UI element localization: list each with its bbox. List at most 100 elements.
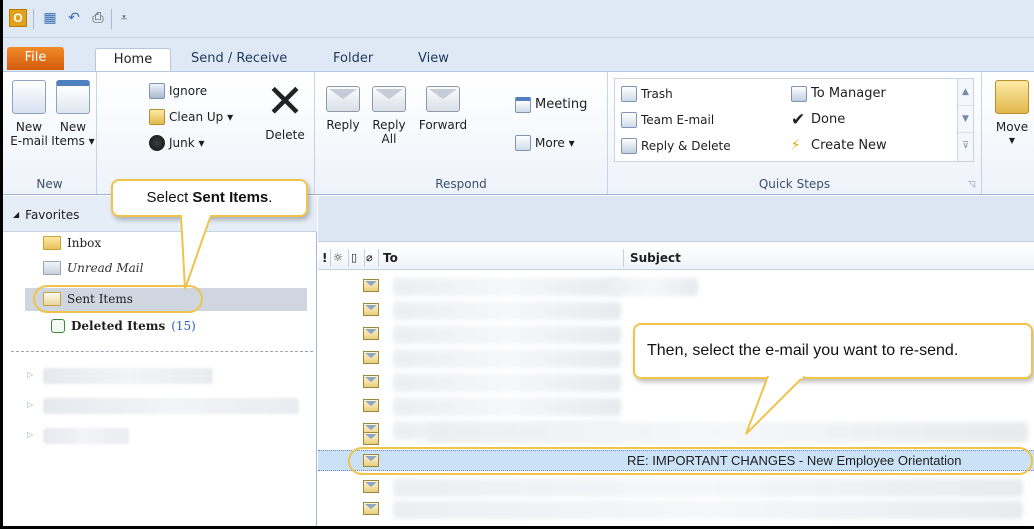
tab-send-receive[interactable]: Send / Receive — [179, 48, 299, 71]
expand-gallery-icon[interactable]: ⊽ — [958, 133, 973, 160]
callout-1-pointer — [179, 215, 213, 290]
message-envelope-icon[interactable] — [363, 375, 379, 388]
message-row-blurred[interactable] — [393, 302, 621, 320]
importance-column-icon[interactable]: ! — [322, 246, 327, 270]
message-envelope-icon[interactable] — [363, 303, 379, 316]
quick-step-team-email-label: Team E-mail — [641, 113, 715, 127]
quick-step-create-new-label: Create New — [811, 138, 887, 153]
message-row-blurred[interactable] — [608, 278, 698, 296]
tab-home[interactable]: Home — [95, 48, 171, 71]
message-row-blurred[interactable] — [428, 422, 1028, 442]
message-row-blurred[interactable] — [393, 326, 621, 344]
toolbar-divider — [33, 9, 34, 29]
quick-access-toolbar: O ▦ ↶ ⎙ ⩡ — [3, 0, 1034, 38]
nav-item-inbox[interactable]: Inbox — [43, 232, 101, 254]
new-items-label-1: New — [59, 120, 87, 134]
delete-button[interactable]: ✕ Delete — [259, 78, 311, 142]
move-button[interactable]: Move ▼ — [990, 80, 1034, 148]
quick-step-team-email[interactable]: Team E-mail — [621, 109, 714, 131]
group-new: New E-mail New Items ▾ New — [3, 72, 97, 194]
message-row-blurred[interactable] — [393, 398, 621, 416]
callout-1-text: Select — [146, 189, 193, 206]
subject-column-header[interactable]: Subject — [630, 246, 681, 270]
junk-label: Junk ▾ — [169, 136, 205, 150]
quick-step-create-new[interactable]: ⚡ Create New — [791, 135, 887, 157]
message-row-blurred[interactable] — [393, 479, 1023, 497]
message-envelope-icon[interactable] — [363, 399, 379, 412]
blurred-folder — [43, 428, 129, 444]
message-envelope-icon[interactable] — [363, 279, 379, 292]
undo-icon[interactable]: ↶ — [65, 9, 83, 27]
ignore-icon — [149, 83, 165, 99]
navigation-pane: ◢ Favorites Inbox Unread Mail Sent Items… — [3, 196, 317, 526]
quick-steps-scrollbar[interactable]: ▲ ▼ ⊽ — [957, 79, 973, 161]
reply-all-label-2: All — [381, 132, 397, 146]
clean-up-label: Clean Up ▾ — [169, 110, 234, 124]
expand-triangle-icon[interactable]: ▷ — [27, 430, 33, 439]
new-email-label-2: E-mail — [10, 134, 48, 148]
icon-column-icon[interactable]: ▯ — [351, 246, 357, 270]
forward-label: Forward — [418, 118, 468, 132]
calendar-icon — [56, 80, 90, 114]
expand-triangle-icon[interactable]: ▷ — [27, 400, 33, 409]
chevron-down-icon: ▼ — [1008, 136, 1016, 145]
message-row-blurred[interactable] — [393, 278, 621, 296]
reminder-column-icon[interactable]: ☼ — [333, 246, 343, 270]
reply-all-button[interactable]: Reply All — [367, 80, 411, 146]
move-label: Move — [995, 120, 1029, 134]
reply-button[interactable]: Reply — [323, 80, 363, 132]
quick-step-trash[interactable]: Trash — [621, 83, 673, 105]
tab-folder[interactable]: Folder — [321, 48, 385, 71]
quick-step-done[interactable]: ✔ Done — [791, 109, 845, 131]
ignore-button[interactable]: Ignore — [149, 80, 207, 102]
blurred-folder — [43, 368, 213, 384]
new-items-label-2: Items ▾ — [51, 134, 95, 148]
new-email-icon — [12, 80, 46, 114]
new-email-button[interactable]: New E-mail — [9, 80, 49, 148]
quick-step-to-manager[interactable]: To Manager — [791, 83, 886, 105]
forward-button[interactable]: Forward — [415, 80, 471, 132]
meeting-label: Meeting — [535, 97, 588, 112]
scroll-down-icon[interactable]: ▼ — [958, 106, 973, 133]
message-row-blurred[interactable] — [393, 374, 621, 392]
more-respond-icon — [515, 135, 531, 151]
print-icon[interactable]: ⎙ — [89, 9, 107, 27]
junk-icon — [149, 135, 165, 151]
callout-2-pointer — [745, 376, 806, 435]
quick-steps-gallery: Trash Team E-mail Reply & Delete To Mana… — [614, 78, 974, 162]
quick-step-reply-delete[interactable]: Reply & Delete — [621, 135, 731, 157]
meeting-button[interactable]: Meeting — [515, 94, 587, 116]
tab-view[interactable]: View — [406, 48, 461, 71]
message-envelope-icon[interactable] — [363, 502, 379, 515]
expand-triangle-icon[interactable]: ▷ — [27, 370, 33, 379]
to-column-header[interactable]: To — [383, 246, 398, 270]
move-folder-icon — [995, 80, 1029, 114]
more-respond-button[interactable]: More ▾ — [515, 132, 575, 154]
message-row-blurred[interactable] — [393, 350, 621, 368]
message-row-blurred[interactable] — [393, 501, 1023, 519]
nav-item-deleted-items[interactable]: Deleted Items (15) — [51, 315, 196, 337]
meeting-icon — [515, 97, 531, 113]
message-envelope-icon[interactable] — [363, 327, 379, 340]
favorites-label: Favorites — [25, 208, 80, 222]
group-move: Move ▼ — [982, 72, 1034, 194]
customize-toolbar-icon[interactable]: ⩡ — [115, 9, 133, 27]
message-envelope-icon[interactable] — [363, 432, 379, 445]
junk-button[interactable]: Junk ▾ — [149, 132, 205, 154]
message-envelope-icon[interactable] — [363, 480, 379, 493]
column-divider — [623, 249, 624, 267]
tab-file[interactable]: File — [7, 47, 64, 70]
new-items-button[interactable]: New Items ▾ — [51, 80, 95, 148]
send-receive-icon[interactable]: ▦ — [41, 9, 59, 27]
nav-item-unread-mail[interactable]: Unread Mail — [43, 257, 143, 279]
dialog-launcher-icon[interactable]: ◹ — [968, 180, 975, 190]
message-envelope-icon[interactable] — [363, 351, 379, 364]
scroll-up-icon[interactable]: ▲ — [958, 79, 973, 106]
inbox-label: Inbox — [67, 236, 102, 250]
clean-up-button[interactable]: Clean Up ▾ — [149, 106, 233, 128]
favorites-header[interactable]: ◢ Favorites — [13, 204, 79, 226]
quick-step-reply-delete-label: Reply & Delete — [641, 139, 731, 153]
group-label-respond: Respond — [435, 177, 487, 191]
attachment-column-icon[interactable]: ⌀ — [366, 246, 373, 270]
reply-delete-icon — [621, 138, 637, 154]
